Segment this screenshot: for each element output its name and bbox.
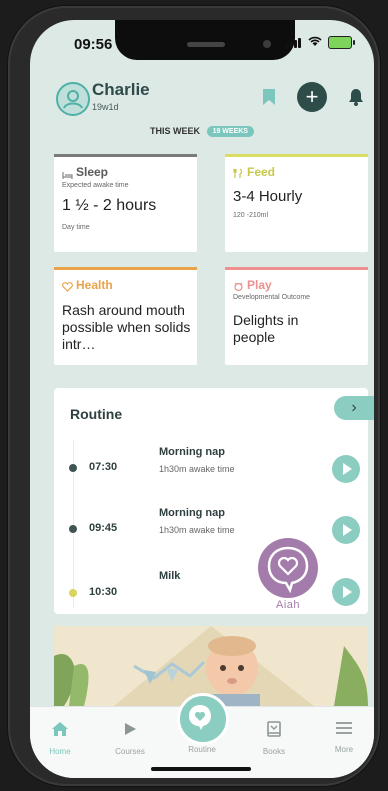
play-icon bbox=[125, 723, 136, 735]
wifi-icon bbox=[308, 36, 322, 49]
tab-home[interactable]: Home bbox=[30, 721, 90, 756]
health-card[interactable]: Health Rash around mouth possible when s… bbox=[54, 267, 197, 365]
routine-item-sub: 1h30m awake time bbox=[159, 464, 235, 474]
routine-time: 07:30 bbox=[89, 461, 118, 473]
heart-icon bbox=[62, 279, 73, 297]
sleep-card-value: 1 ½ - 2 hours bbox=[62, 197, 157, 214]
week-indicator: THIS WEEK 19 WEEKS bbox=[30, 126, 374, 137]
assistant-badge[interactable] bbox=[258, 538, 318, 598]
signal-icon bbox=[286, 37, 302, 48]
cutlery-icon bbox=[233, 166, 243, 184]
tab-label: Routine bbox=[188, 745, 216, 754]
sleep-card-title: Sleep bbox=[76, 165, 109, 179]
play-card-title: Play bbox=[247, 278, 272, 292]
status-time: 09:56 bbox=[74, 36, 113, 53]
add-button[interactable]: + bbox=[297, 82, 327, 112]
chat-heart-icon bbox=[189, 705, 211, 730]
feed-card-meta: 120 -210ml bbox=[233, 212, 269, 219]
battery-icon bbox=[328, 36, 355, 49]
health-card-value: Rash around mouth possible when solids i… bbox=[62, 302, 191, 352]
tab-label: Home bbox=[49, 747, 71, 756]
play-card-subtitle: Developmental Outcome bbox=[233, 294, 311, 301]
book-icon bbox=[267, 721, 281, 737]
health-card-title: Health bbox=[76, 278, 113, 292]
routine-title: Routine bbox=[70, 406, 123, 422]
routine-dot bbox=[69, 589, 77, 597]
child-name[interactable]: Charlie bbox=[92, 80, 150, 100]
bookmark-icon[interactable] bbox=[262, 88, 276, 111]
child-age: 19w1d bbox=[92, 102, 119, 112]
tab-label: More bbox=[334, 745, 354, 754]
tab-books[interactable]: Books bbox=[244, 721, 304, 756]
play-card[interactable]: Play Developmental Outcome Delights in p… bbox=[225, 267, 368, 365]
feed-card[interactable]: Feed 3-4 Hourly 120 -210ml bbox=[225, 154, 368, 252]
sleep-card[interactable]: Sleep Expected awake time 1 ½ - 2 hours … bbox=[54, 154, 197, 252]
chat-heart-icon bbox=[267, 546, 309, 594]
routine-play-button[interactable] bbox=[332, 455, 360, 483]
tab-courses[interactable]: Courses bbox=[100, 721, 160, 756]
routine-item-name[interactable]: Morning nap bbox=[159, 507, 225, 519]
routine-play-button[interactable] bbox=[332, 516, 360, 544]
status-icons bbox=[286, 36, 355, 49]
week-label: THIS WEEK bbox=[150, 126, 201, 136]
tab-more[interactable]: More bbox=[314, 721, 374, 754]
phone-frame: 09:56 Charlie 19w1d + THIS WEEK 19 WEEKS bbox=[8, 6, 380, 786]
play-card-value: Delights in people bbox=[233, 312, 299, 345]
feed-card-bar bbox=[225, 154, 368, 157]
bell-icon[interactable] bbox=[348, 88, 364, 111]
home-icon bbox=[52, 722, 68, 736]
routine-time: 09:45 bbox=[89, 522, 118, 534]
notch bbox=[115, 20, 295, 60]
routine-panel: Routine › 07:30 Morning nap 1h30m awake … bbox=[54, 388, 374, 614]
feed-card-value: 3-4 Hourly bbox=[233, 188, 303, 205]
routine-item-sub: 1h30m awake time bbox=[159, 525, 235, 535]
routine-dot bbox=[69, 464, 77, 472]
assistant-label: Aiah bbox=[275, 599, 301, 611]
tab-label: Courses bbox=[115, 747, 145, 756]
routine-time: 10:30 bbox=[89, 586, 118, 598]
person-icon bbox=[63, 90, 83, 109]
routine-play-button[interactable] bbox=[332, 578, 360, 606]
feed-card-title: Feed bbox=[247, 165, 276, 179]
sleep-card-meta: Day time bbox=[62, 224, 90, 231]
routine-next-button[interactable]: › bbox=[334, 396, 374, 420]
tab-routine[interactable] bbox=[177, 693, 229, 745]
sleep-card-subtitle: Expected awake time bbox=[62, 182, 129, 189]
week-badge: 19 WEEKS bbox=[206, 126, 254, 137]
menu-icon bbox=[336, 722, 352, 734]
routine-dot bbox=[69, 525, 77, 533]
app-screen: 09:56 Charlie 19w1d + THIS WEEK 19 WEEKS bbox=[30, 20, 374, 778]
avatar[interactable] bbox=[56, 82, 90, 116]
health-card-bar bbox=[54, 267, 197, 270]
sleep-card-bar bbox=[54, 154, 197, 157]
home-indicator[interactable] bbox=[151, 767, 251, 771]
routine-item-name[interactable]: Milk bbox=[159, 570, 180, 582]
routine-item-name[interactable]: Morning nap bbox=[159, 446, 225, 458]
tab-label: Books bbox=[262, 747, 286, 756]
play-card-bar bbox=[225, 267, 368, 270]
